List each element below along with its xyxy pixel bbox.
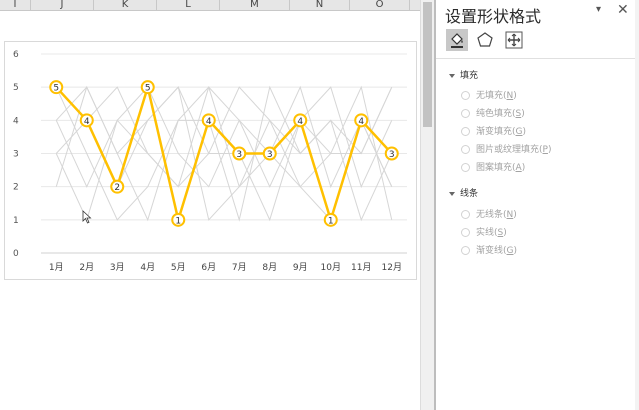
option-label-end: ) <box>522 127 527 137</box>
mouse-cursor-icon <box>82 210 92 224</box>
data-label: 1 <box>175 216 181 226</box>
line-chart[interactable]: 0 1 2 3 4 5 6 1月 2月 3月 4月 5月 6月 7月 8月 9月 10月 11月 12月 5 4 2 5 1 4… <box>4 41 417 280</box>
option-label: 纯色填充( <box>476 109 516 119</box>
column-header[interactable]: N <box>290 0 350 10</box>
x-tick-label: 4月 <box>140 262 155 273</box>
data-label: 5 <box>53 84 59 94</box>
x-tick-label: 10月 <box>321 262 341 273</box>
tab-size-properties[interactable] <box>503 29 525 51</box>
x-tick-label: 12月 <box>382 262 402 273</box>
option-label-end: ) <box>513 210 517 220</box>
y-tick-label: 1 <box>13 216 19 226</box>
column-header[interactable]: J <box>31 0 94 10</box>
vertical-scrollbar[interactable] <box>420 0 434 410</box>
option-access-key: G <box>515 127 523 137</box>
fill-section-header[interactable]: 填充 <box>449 68 478 81</box>
pane-options-dropdown-icon[interactable]: ▾ <box>596 4 601 15</box>
data-label: 5 <box>145 84 151 94</box>
option-label: 图案填充( <box>476 163 516 173</box>
collapse-triangle-icon <box>449 73 455 78</box>
option-solid-line[interactable]: 实线(S) <box>461 225 507 238</box>
y-tick-label: 6 <box>13 50 19 60</box>
collapse-triangle-icon <box>449 191 455 196</box>
x-tick-label: 3月 <box>110 262 125 273</box>
y-tick-label: 4 <box>13 116 19 126</box>
option-label-end: ) <box>503 228 507 238</box>
option-label-end: ) <box>521 109 525 119</box>
column-header[interactable]: O <box>350 0 410 10</box>
format-shape-pane: 设置形状格式 ▾ ✕ 填充 无填充(N) 纯色填充(S) 渐变填充(G) 图片或… <box>436 0 639 410</box>
x-tick-label: 1月 <box>49 262 64 273</box>
option-label-end: ) <box>513 91 517 101</box>
option-gradient-line[interactable]: 渐变线(G) <box>461 243 517 256</box>
radio-button[interactable] <box>461 228 470 237</box>
option-pattern-fill[interactable]: 图案填充(A) <box>461 160 525 173</box>
data-label: 4 <box>84 117 90 127</box>
close-icon[interactable]: ✕ <box>617 2 629 18</box>
option-picture-texture-fill[interactable]: 图片或纹理填充(P) <box>461 142 551 155</box>
radio-button[interactable] <box>461 127 470 136</box>
option-no-fill[interactable]: 无填充(N) <box>461 88 517 101</box>
pane-edge <box>635 0 639 410</box>
data-label: 1 <box>328 216 334 226</box>
size-properties-icon <box>505 31 523 49</box>
radio-button[interactable] <box>461 91 470 100</box>
option-label: 渐变线( <box>476 246 507 256</box>
option-no-line[interactable]: 无线条(N) <box>461 207 517 220</box>
option-label-end: ) <box>513 246 518 256</box>
pane-title: 设置形状格式 <box>445 7 542 26</box>
radio-button[interactable] <box>461 145 470 154</box>
column-header[interactable]: K <box>94 0 157 10</box>
radio-button[interactable] <box>461 163 470 172</box>
data-label: 4 <box>358 117 364 127</box>
data-label: 3 <box>389 150 395 160</box>
x-tick-label: 8月 <box>262 262 277 273</box>
option-label: 无填充( <box>476 91 507 101</box>
column-header[interactable]: M <box>220 0 290 10</box>
chart-plot: 0 1 2 3 4 5 6 1月 2月 3月 4月 5月 6月 7月 8月 9月 10月 11月 12月 5 4 2 5 1 4… <box>13 50 407 273</box>
pane-separator <box>436 58 639 59</box>
option-label: 渐变填充( <box>476 127 516 137</box>
data-label: 3 <box>236 150 242 160</box>
option-label: 图片或纹理填充( <box>476 145 543 155</box>
line-section-label: 线条 <box>460 189 479 199</box>
y-tick-label: 2 <box>13 183 19 193</box>
scrollbar-thumb[interactable] <box>423 2 432 127</box>
column-header[interactable]: L <box>157 0 220 10</box>
option-solid-fill[interactable]: 纯色填充(S) <box>461 106 525 119</box>
option-label-end: ) <box>521 163 526 173</box>
data-label: 2 <box>114 183 120 193</box>
worksheet-area[interactable]: I J K L M N O 0 1 2 3 4 5 6 1月 2月 3月 4月 5月 6月 7月 8月 9月 1… <box>0 0 420 410</box>
y-tick-label: 0 <box>13 249 19 259</box>
option-label-end: ) <box>547 145 552 155</box>
x-tick-label: 2月 <box>79 262 94 273</box>
paint-bucket-icon <box>451 33 463 48</box>
x-tick-label: 11月 <box>351 262 371 273</box>
pentagon-icon <box>477 32 493 47</box>
y-tick-label: 3 <box>13 150 19 160</box>
x-tick-label: 5月 <box>171 262 186 273</box>
option-label: 实线( <box>476 228 498 238</box>
x-tick-label: 9月 <box>293 262 308 273</box>
data-label: 3 <box>267 150 273 160</box>
column-header-bar: I J K L M N O <box>0 0 420 11</box>
y-tick-label: 5 <box>13 83 19 93</box>
option-gradient-fill[interactable]: 渐变填充(G) <box>461 124 526 137</box>
radio-button[interactable] <box>461 210 470 219</box>
option-label: 无线条( <box>476 210 507 220</box>
tab-effects[interactable] <box>474 29 496 51</box>
x-tick-label: 6月 <box>201 262 216 273</box>
x-tick-label: 7月 <box>232 262 247 273</box>
fill-section-label: 填充 <box>460 71 479 81</box>
tab-fill-line[interactable] <box>446 29 468 51</box>
column-header[interactable]: I <box>0 0 31 10</box>
radio-button[interactable] <box>461 246 470 255</box>
data-label: 4 <box>297 117 303 127</box>
radio-button[interactable] <box>461 109 470 118</box>
data-label: 4 <box>206 117 212 127</box>
option-access-key: G <box>506 246 514 256</box>
line-section-header[interactable]: 线条 <box>449 186 478 199</box>
